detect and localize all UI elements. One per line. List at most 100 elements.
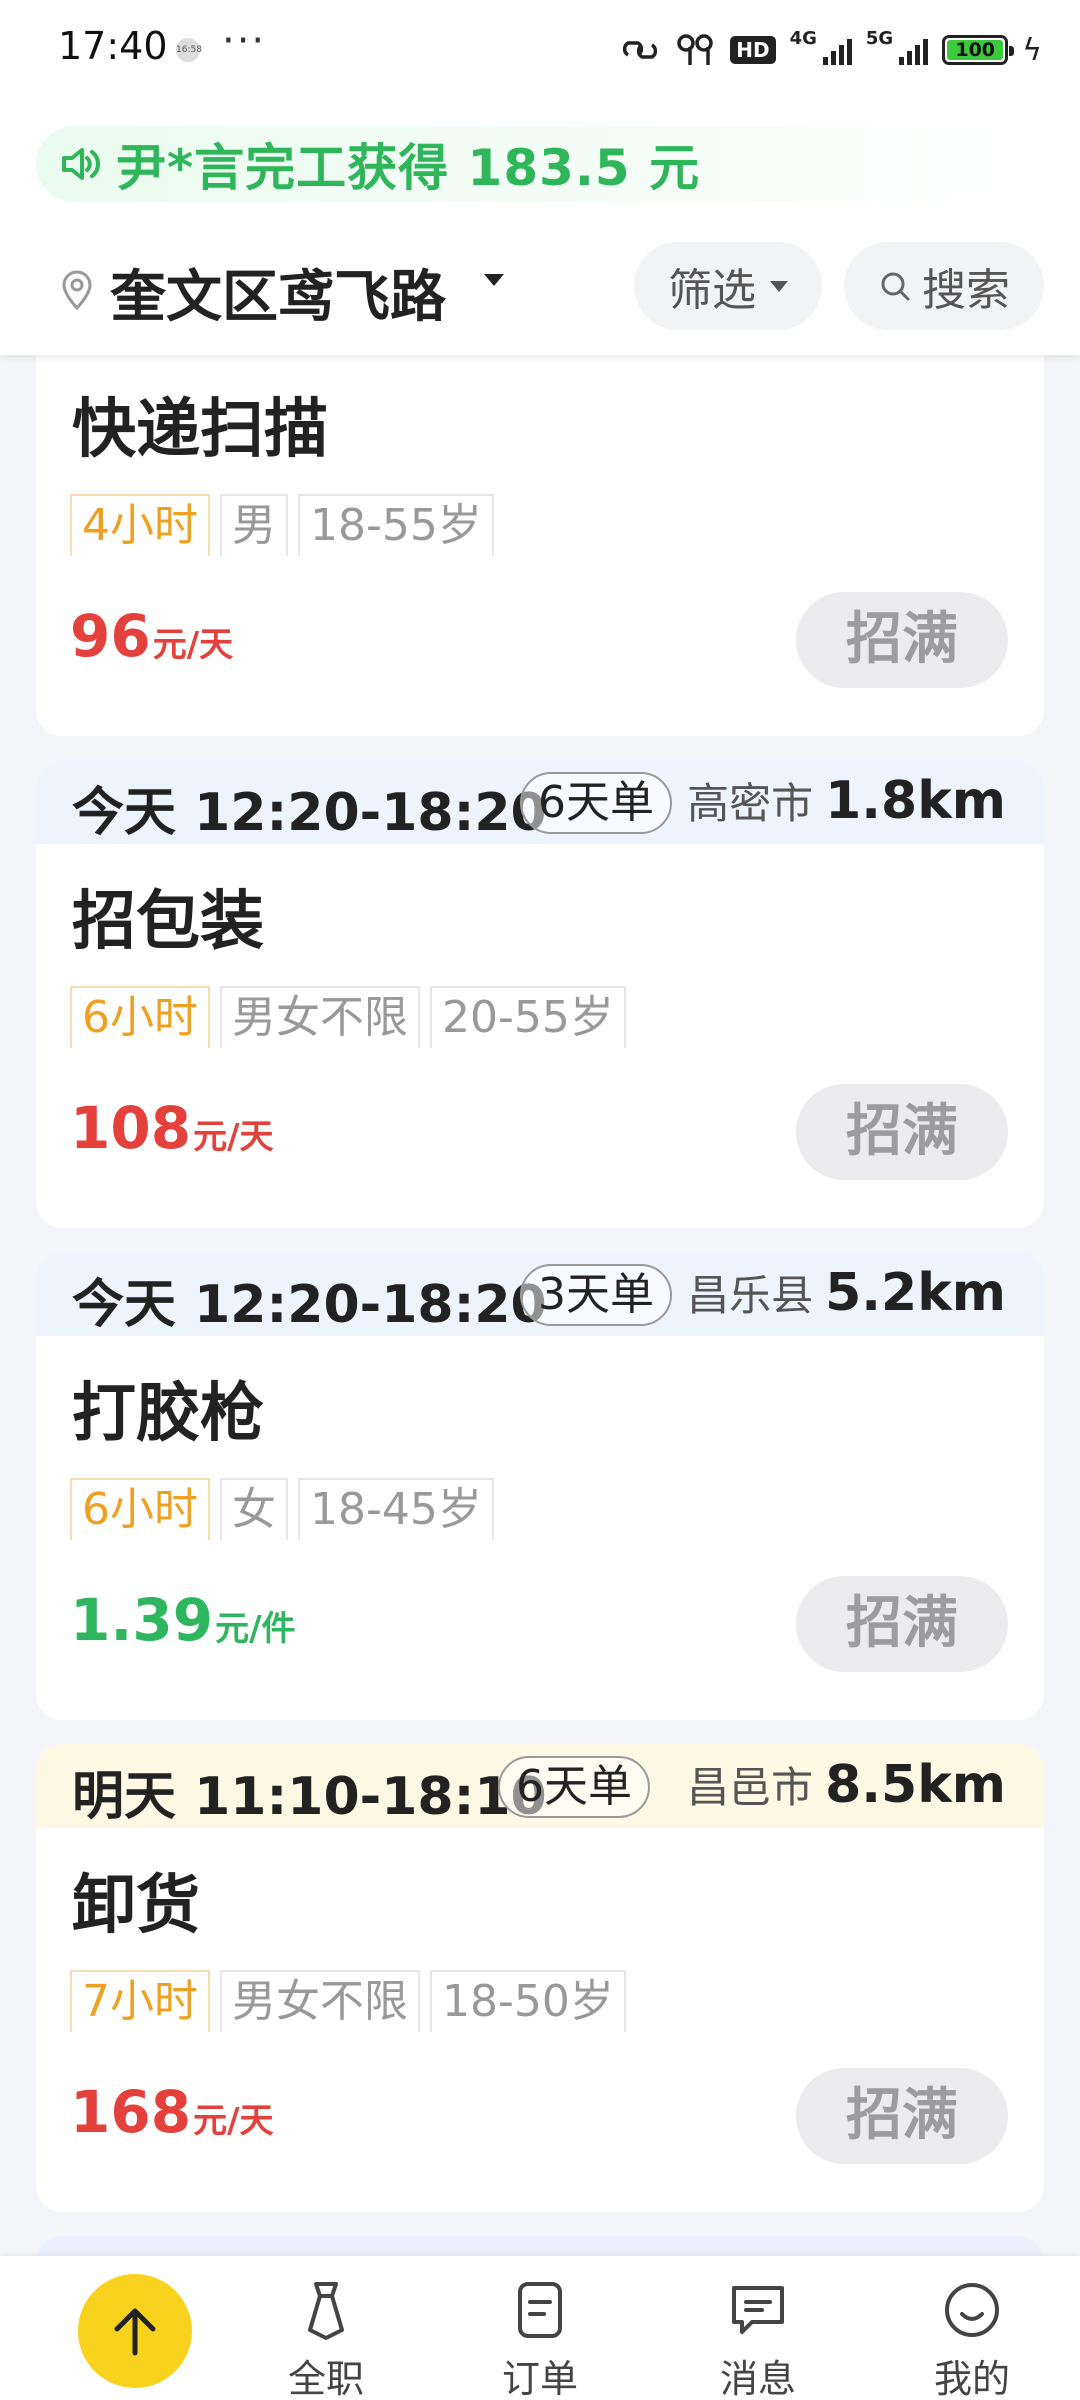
full-button[interactable]: 招满 xyxy=(796,592,1008,688)
full-button[interactable]: 招满 xyxy=(796,1084,1008,1180)
filter-label: 筛选 xyxy=(668,265,756,316)
price-unit: 元/天 xyxy=(152,625,234,665)
page: 17:40 16:58 ··· HD 4G 5G 100 ϟ 尹*言完工获得 1… xyxy=(0,0,1080,2400)
battery-icon: 100 xyxy=(942,35,1015,65)
battery-level: 100 xyxy=(955,39,996,61)
speaker-icon xyxy=(62,148,100,180)
search-button[interactable]: 搜索 xyxy=(844,242,1044,330)
hd-icon: HD xyxy=(730,36,776,64)
job-location: 昌邑市 8.5km xyxy=(687,1754,1006,1815)
job-location: 高密市 1.8km xyxy=(687,770,1006,831)
location-selector[interactable]: 奎文区鸢飞路 xyxy=(110,252,446,333)
job-time: 明天 11:10-18:10 xyxy=(72,1767,547,1827)
nav-label: 全职 xyxy=(287,2357,364,2400)
network-4g-label: 4G xyxy=(789,28,817,49)
price-value: 96 xyxy=(70,602,151,670)
search-icon xyxy=(881,272,910,301)
earbuds-icon xyxy=(676,30,716,70)
price-value: 1.39 xyxy=(70,1586,214,1654)
nav-profile[interactable]: 我的 xyxy=(902,2278,1042,2400)
job-duration-badge: 6天单 xyxy=(520,772,672,834)
more-notifications-icon: ··· xyxy=(222,18,267,64)
status-icons: HD 4G 5G 100 ϟ xyxy=(618,28,1042,72)
full-button[interactable]: 招满 xyxy=(796,1576,1008,1672)
tag-hours: 6小时 xyxy=(70,1478,210,1540)
job-schedule-header: 今天 12:20-18:20 6天单 高密市 1.8km xyxy=(36,760,1044,844)
nav-label: 我的 xyxy=(933,2357,1010,2400)
chat-icon xyxy=(732,2286,784,2334)
job-title: 招包装 xyxy=(72,885,264,959)
nav-orders[interactable]: 订单 xyxy=(470,2278,610,2400)
status-time: 17:40 xyxy=(58,24,168,68)
job-tags: 6小时 女 18-45岁 xyxy=(70,1478,494,1540)
job-card[interactable]: 快递扫描 4小时 男 18-55岁 96 元/天 招满 xyxy=(36,300,1044,736)
job-price: 96 元/天 xyxy=(70,602,233,670)
job-card[interactable]: 今天 12:20-18:20 6天单 高密市 1.8km 招包装 6小时 男女不… xyxy=(36,760,1044,1228)
job-tags: 6小时 男女不限 20-55岁 xyxy=(70,986,626,1048)
job-title: 打胶枪 xyxy=(72,1377,264,1451)
job-schedule-header: 明天 11:10-18:10 6天单 昌邑市 8.5km xyxy=(36,1744,1044,1828)
job-price: 1.39 元/件 xyxy=(70,1586,296,1654)
search-label: 搜索 xyxy=(922,265,1010,316)
tag-gender: 男女不限 xyxy=(220,986,420,1048)
tag-age: 18-45岁 xyxy=(298,1478,494,1540)
bottom-nav: 全职 订单 消息 我的 xyxy=(0,2256,1080,2400)
status-bar: 17:40 16:58 ··· HD 4G 5G 100 ϟ xyxy=(0,0,1080,100)
location-dropdown-icon[interactable] xyxy=(484,274,504,286)
banner-text: 尹*言完工获得 183.5 元 xyxy=(116,139,701,197)
job-title: 快递扫描 xyxy=(72,393,328,467)
nav-full-time[interactable]: 全职 xyxy=(256,2278,396,2400)
nav-messages[interactable]: 消息 xyxy=(688,2278,828,2400)
tag-gender: 女 xyxy=(220,1478,288,1540)
job-tags: 4小时 男 18-55岁 xyxy=(70,494,494,556)
tag-age: 20-55岁 xyxy=(430,986,626,1048)
job-city: 昌乐县 xyxy=(687,1271,814,1320)
job-price: 168 元/天 xyxy=(70,2078,274,2146)
price-value: 168 xyxy=(70,2078,192,2146)
arrow-up-icon xyxy=(114,2308,156,2356)
job-tags: 7小时 男女不限 18-50岁 xyxy=(70,1970,626,2032)
location-pin-icon xyxy=(62,270,92,311)
tag-gender: 男女不限 xyxy=(220,1970,420,2032)
charging-icon: ϟ xyxy=(1022,32,1042,68)
price-unit: 元/天 xyxy=(193,2101,274,2141)
nav-label: 消息 xyxy=(719,2357,796,2400)
job-distance: 5.2km xyxy=(825,1263,1006,1323)
tag-hours: 4小时 xyxy=(70,494,210,556)
tag-hours: 6小时 xyxy=(70,986,210,1048)
job-title: 卸货 xyxy=(72,1869,200,1943)
tag-age: 18-55岁 xyxy=(298,494,494,556)
full-button[interactable]: 招满 xyxy=(796,2068,1008,2164)
job-card[interactable]: 今天 12:20-18:20 3天单 昌乐县 5.2km 打胶枪 6小时 女 1… xyxy=(36,1252,1044,1720)
job-schedule-header: 今天 12:20-18:20 3天单 昌乐县 5.2km xyxy=(36,1252,1044,1336)
job-card[interactable]: 明天 11:10-18:10 6天单 昌邑市 8.5km 卸货 7小时 男女不限… xyxy=(36,1744,1044,2212)
clock-notification-icon: 16:58 xyxy=(176,38,202,62)
smile-icon xyxy=(945,2283,999,2337)
earnings-banner[interactable]: 尹*言完工获得 183.5 元 xyxy=(36,126,1044,202)
signal-4g-icon xyxy=(822,35,852,65)
tie-icon xyxy=(308,2282,344,2340)
job-time: 今天 12:20-18:20 xyxy=(72,783,547,843)
tag-age: 18-50岁 xyxy=(430,1970,626,2032)
link-icon xyxy=(618,30,662,70)
job-duration-badge: 6天单 xyxy=(498,1756,650,1818)
job-duration-badge: 3天单 xyxy=(520,1264,672,1326)
job-time: 今天 12:20-18:20 xyxy=(72,1275,547,1335)
price-unit: 元/件 xyxy=(215,1609,296,1649)
job-price: 108 元/天 xyxy=(70,1094,274,1162)
network-5g-label: 5G xyxy=(865,28,894,49)
tag-gender: 男 xyxy=(220,494,288,556)
filter-dropdown-icon xyxy=(770,280,788,292)
price-unit: 元/天 xyxy=(193,1117,274,1157)
top-header: 17:40 16:58 ··· HD 4G 5G 100 ϟ 尹*言完工获得 1… xyxy=(0,0,1080,355)
filter-button[interactable]: 筛选 xyxy=(634,242,822,330)
job-distance: 8.5km xyxy=(825,1755,1006,1815)
price-value: 108 xyxy=(70,1094,192,1162)
scroll-to-top-button[interactable] xyxy=(78,2274,192,2388)
job-distance: 1.8km xyxy=(825,771,1006,831)
location-bar: 奎文区鸢飞路 筛选 搜索 xyxy=(0,232,1080,342)
job-city: 高密市 xyxy=(687,779,814,828)
document-icon xyxy=(518,2282,562,2338)
tag-hours: 7小时 xyxy=(70,1970,210,2032)
nav-label: 订单 xyxy=(501,2357,578,2400)
